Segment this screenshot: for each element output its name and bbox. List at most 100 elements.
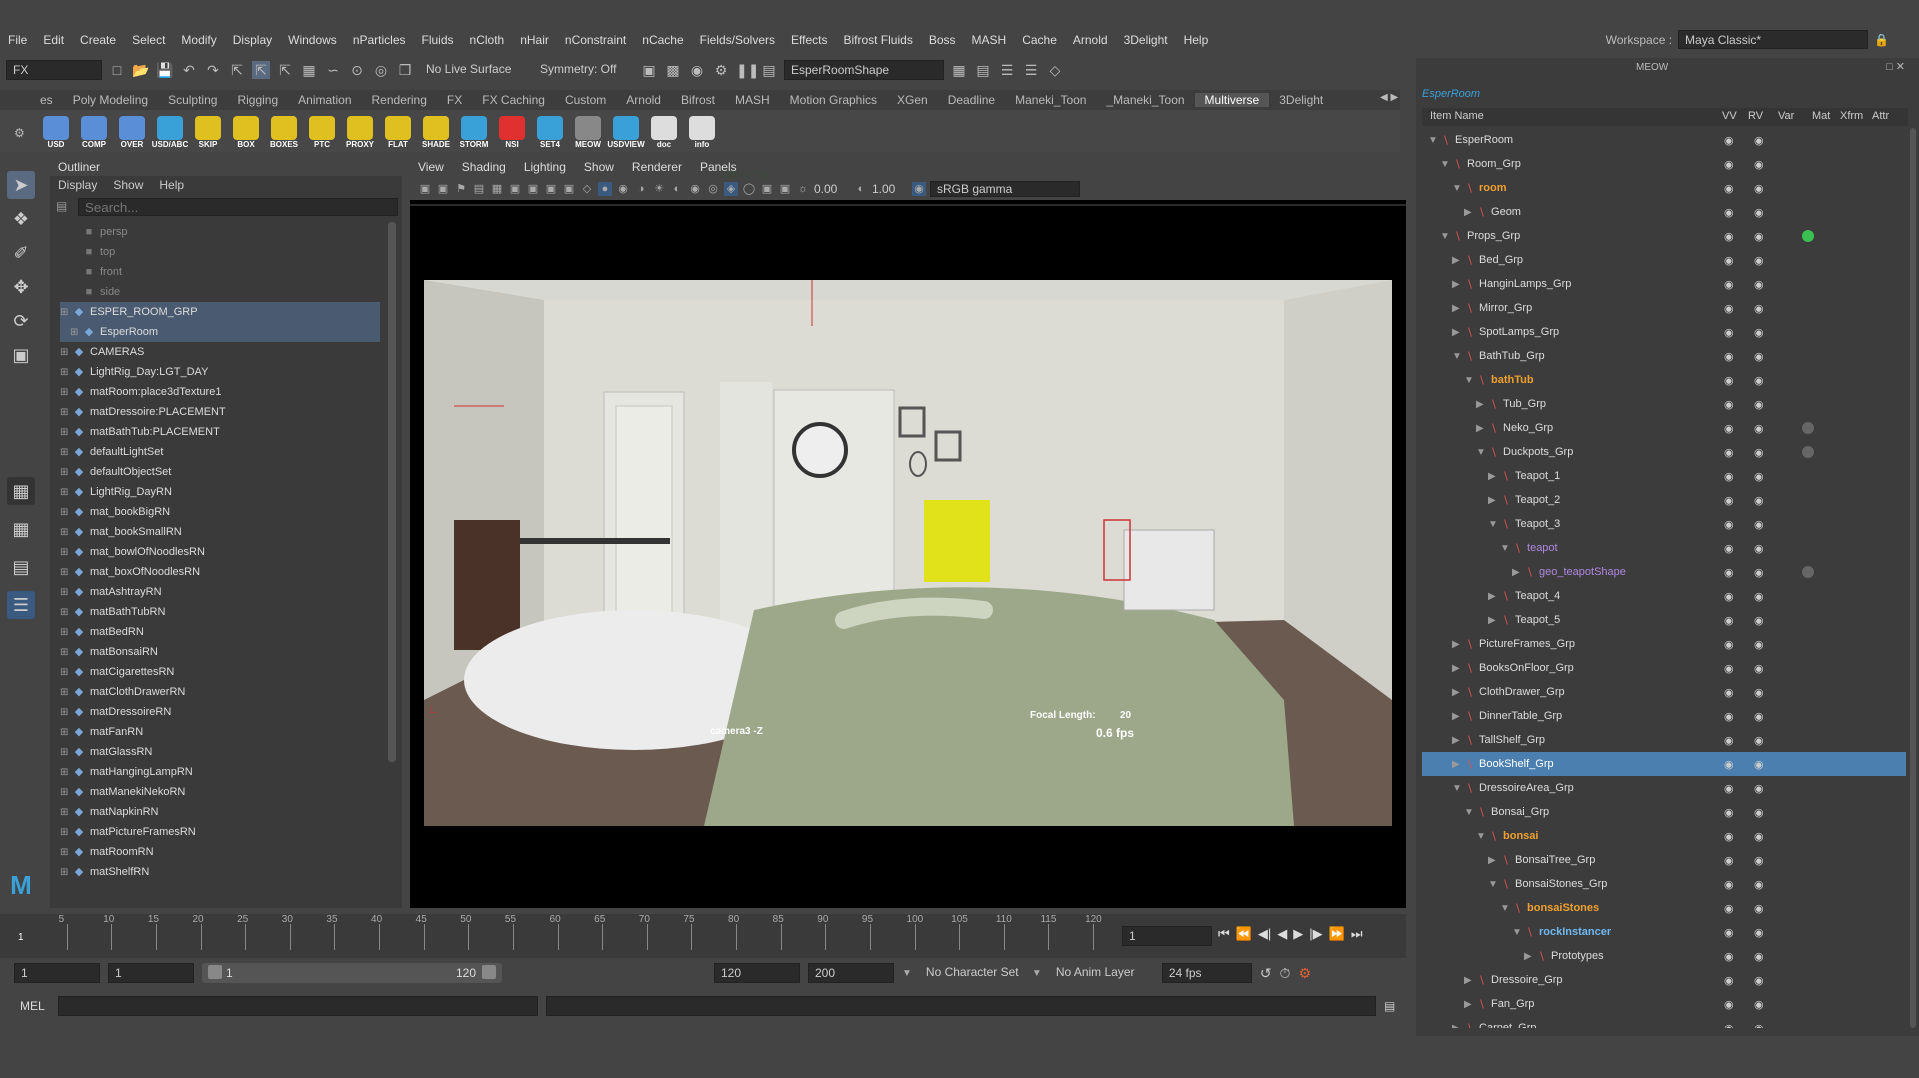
move-tool-icon[interactable]: ✥ [7,273,35,301]
step-back-frame-icon[interactable]: ◀| [1258,926,1271,942]
outliner-item[interactable]: ■ front [60,262,380,282]
expand-arrow-icon[interactable]: ▶ [1476,399,1488,410]
outliner-menu-display[interactable]: Display [58,178,97,194]
meow-row[interactable]: ▶ ∖ Geom ◉ ◉ [1422,200,1906,224]
viewport-visibility-eye-icon[interactable]: ◉ [1724,782,1738,795]
snap-view-icon[interactable]: ◎ [372,61,390,79]
gate-mask-icon[interactable]: ▣ [544,182,558,196]
viewport-menu-lighting[interactable]: Lighting [524,160,566,176]
modeling-toolkit-icon[interactable]: ▦ [950,61,968,79]
outliner-scrollbar[interactable] [388,222,396,762]
render-visibility-eye-icon[interactable]: ◉ [1754,254,1768,267]
render-visibility-eye-icon[interactable]: ◉ [1754,278,1768,291]
expand-icon[interactable]: ⊞ [60,467,72,478]
shelf-button-usd[interactable]: USD [40,112,72,150]
expand-arrow-icon[interactable]: ▶ [1452,279,1464,290]
shelf-tab-animation[interactable]: Animation [288,93,361,107]
viewport-visibility-eye-icon[interactable]: ◉ [1724,494,1738,507]
outliner-filter-icon[interactable]: ▤ [56,199,67,213]
viewport-menu-shading[interactable]: Shading [462,160,506,176]
render-visibility-eye-icon[interactable]: ◉ [1754,518,1768,531]
outliner-item[interactable]: ⊞ ◆ matRoom:place3dTexture1 [60,382,380,402]
smooth-shade-icon[interactable]: ● [598,182,612,196]
meow-row[interactable]: ▼ ∖ BonsaiStones_Grp ◉ ◉ [1422,872,1906,896]
meow-row[interactable]: ▶ ∖ TallShelf_Grp ◉ ◉ [1422,728,1906,752]
render-visibility-eye-icon[interactable]: ◉ [1754,446,1768,459]
shelf-tab-sculpting[interactable]: Sculpting [158,93,227,107]
anim-layer-dropdown-icon[interactable]: ▼ [1032,968,1042,979]
shelf-button-meow[interactable]: MEOW [572,112,604,150]
outliner-menu-show[interactable]: Show [113,178,143,194]
menu-boss[interactable]: Boss [921,33,964,47]
expand-icon[interactable]: ⊞ [60,707,72,718]
render-visibility-eye-icon[interactable]: ◉ [1754,326,1768,339]
shelf-options-gear-icon[interactable]: ⚙ [14,126,25,140]
shelf-tab-arnold[interactable]: Arnold [616,93,671,107]
shelf-button-set4[interactable]: SET4 [534,112,566,150]
expand-arrow-icon[interactable]: ▶ [1464,999,1476,1010]
expand-icon[interactable]: ⊞ [60,627,72,638]
outliner-item[interactable]: ⊞ ◆ matBathTub:PLACEMENT [60,422,380,442]
expand-icon[interactable]: ⊞ [60,607,72,618]
render-settings-icon[interactable]: ⚙ [712,61,730,79]
viewport-visibility-eye-icon[interactable]: ◉ [1724,710,1738,723]
expand-arrow-icon[interactable]: ▶ [1452,303,1464,314]
menu-cache[interactable]: Cache [1014,33,1065,47]
loop-icon[interactable]: ↺ [1260,965,1272,982]
playback-end-field[interactable]: 120 [714,963,800,983]
shelf-tab-fx-caching[interactable]: FX Caching [472,93,555,107]
expand-arrow-icon[interactable]: ▶ [1488,471,1500,482]
render-visibility-eye-icon[interactable]: ◉ [1754,470,1768,483]
attribute-editor-icon[interactable]: ▤ [974,61,992,79]
render-visibility-eye-icon[interactable]: ◉ [1754,782,1768,795]
menu-select[interactable]: Select [124,33,173,47]
new-scene-icon[interactable]: □ [108,61,126,79]
select-object-icon[interactable]: ⇱ [252,61,270,79]
meow-row[interactable]: ▶∖ Carpet_Grp ◉ ◉ [1422,1016,1906,1028]
outliner-item[interactable]: ⊞ ◆ matNapkinRN [60,802,380,822]
menu-edit[interactable]: Edit [35,33,72,47]
viewport-visibility-eye-icon[interactable]: ◉ [1724,302,1738,315]
expand-arrow-icon[interactable]: ▶ [1512,567,1524,578]
outliner-item[interactable]: ⊞ ◆ mat_bowlOfNoodlesRN [60,542,380,562]
meow-row[interactable]: ▼ ∖ rockInstancer ◉ ◉ [1422,920,1906,944]
undo-icon[interactable]: ↶ [180,61,198,79]
collapse-arrow-icon[interactable]: ▼ [1476,831,1488,842]
meow-row[interactable]: ▶ ∖ PictureFrames_Grp ◉ ◉ [1422,632,1906,656]
shelf-button-usd-abc[interactable]: USD/ABC [152,112,188,150]
viewport-visibility-eye-icon[interactable]: ◉ [1724,974,1738,987]
shelf-tab-multiverse[interactable]: Multiverse [1194,93,1270,107]
collapse-arrow-icon[interactable]: ▼ [1440,231,1452,242]
column-header-item-name[interactable]: Item Name [1430,110,1484,122]
viewport-visibility-eye-icon[interactable]: ◉ [1724,590,1738,603]
wireframe-icon[interactable]: ◇ [580,182,594,196]
gamma-value[interactable]: 1.00 [872,182,908,196]
render-visibility-eye-icon[interactable]: ◉ [1754,1022,1768,1029]
four-view-layout-icon[interactable]: ▦ [7,515,35,543]
render-visibility-eye-icon[interactable]: ◉ [1754,686,1768,699]
render-visibility-eye-icon[interactable]: ◉ [1754,374,1768,387]
menu-nhair[interactable]: nHair [512,33,557,47]
snap-point-icon[interactable]: ⊙ [348,61,366,79]
expand-icon[interactable]: ⊞ [60,507,72,518]
playback-start-field[interactable]: 1 [108,963,194,983]
menu-bifrost-fluids[interactable]: Bifrost Fluids [835,33,920,47]
viewport-visibility-eye-icon[interactable]: ◉ [1724,1022,1738,1029]
viewport-menu-view[interactable]: View [418,160,444,176]
shelf-tab-rigging[interactable]: Rigging [227,93,288,107]
channel-box-icon[interactable]: ☰ [1022,61,1040,79]
exposure-icon[interactable]: ☼ [796,182,810,196]
go-to-start-icon[interactable]: ⏮ [1218,926,1230,942]
meow-row[interactable]: ▼ ∖ Teapot_3 ◉ ◉ [1422,512,1906,536]
viewport-visibility-eye-icon[interactable]: ◉ [1724,758,1738,771]
play-forward-icon[interactable]: ▶ [1293,926,1303,942]
shelf-tab-custom[interactable]: Custom [555,93,616,107]
viewport-visibility-eye-icon[interactable]: ◉ [1724,926,1738,939]
viewport-panel[interactable]: View Shading Lighting Show Renderer Panels ▣ … [410,158,1406,908]
outliner-item[interactable]: ⊞ ◆ matShelfRN [60,862,380,882]
viewport-visibility-eye-icon[interactable]: ◉ [1724,230,1738,243]
fps-dropdown[interactable]: 24 fps [1161,963,1252,983]
shelf-tab-es[interactable]: es [30,93,63,107]
viewport-visibility-eye-icon[interactable]: ◉ [1724,158,1738,171]
collapse-arrow-icon[interactable]: ▼ [1488,879,1500,890]
